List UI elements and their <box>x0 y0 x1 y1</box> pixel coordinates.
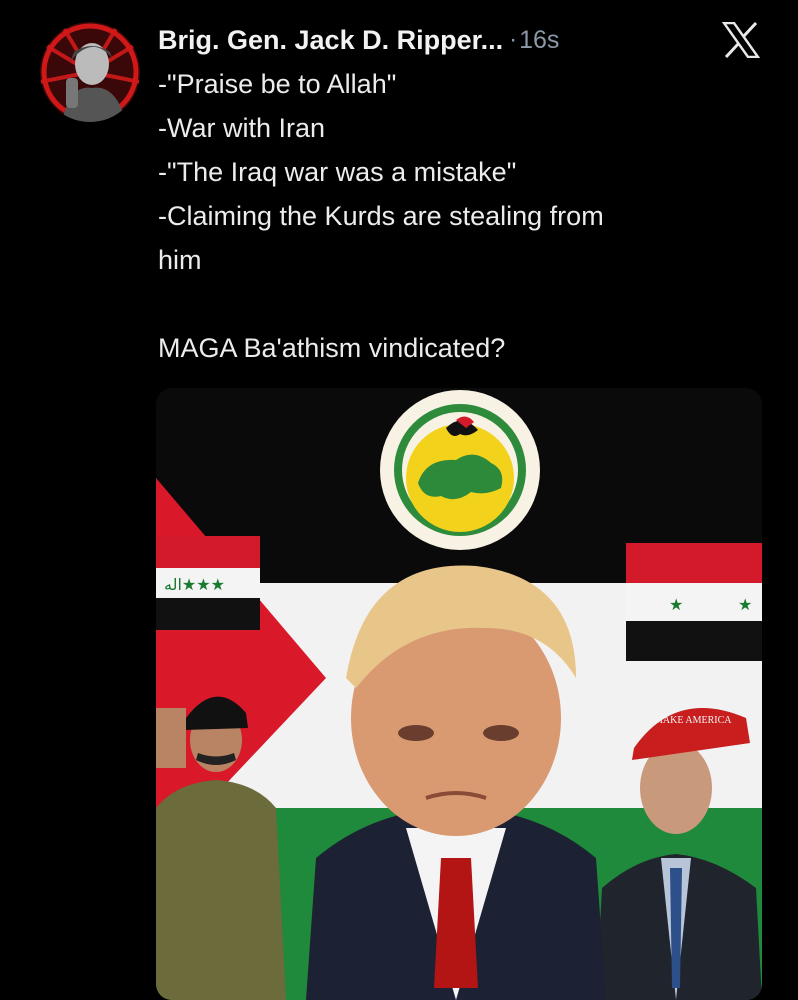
tweet-line: MAGA Ba'athism vindicated? <box>158 333 506 363</box>
iraq-flag: اله★★★ <box>156 536 260 630</box>
avatar-image <box>40 22 140 122</box>
tweet-media[interactable]: اله★★★ ★ ★ MAKE AMERICA <box>156 388 762 1000</box>
tweet-line: -War with Iran <box>158 113 326 143</box>
svg-text:اله★★★: اله★★★ <box>164 575 225 594</box>
syria-flag: ★ ★ <box>626 543 762 661</box>
author-name[interactable]: Brig. Gen. Jack D. Ripper... <box>158 25 503 56</box>
svg-text:★: ★ <box>738 595 752 614</box>
tweet-text: -"Praise be to Allah" -War with Iran -"T… <box>158 62 768 370</box>
tweet-header: Brig. Gen. Jack D. Ripper... · 16s <box>158 18 768 62</box>
baath-emblem <box>380 390 540 550</box>
tweet-line: -"The Iraq war was a mistake" <box>158 157 517 187</box>
meme-image: اله★★★ ★ ★ MAKE AMERICA <box>156 388 762 1000</box>
svg-text:MAKE AMERICA: MAKE AMERICA <box>654 715 732 726</box>
x-logo-icon <box>721 21 761 59</box>
separator-dot: · <box>509 26 518 53</box>
avatar[interactable] <box>40 22 140 122</box>
svg-text:★: ★ <box>669 595 683 614</box>
tweet-line: him <box>158 245 202 275</box>
tweet-line: -Claiming the Kurds are stealing from <box>158 201 604 231</box>
timestamp[interactable]: 16s <box>519 26 559 55</box>
tweet-line: -"Praise be to Allah" <box>158 69 397 99</box>
